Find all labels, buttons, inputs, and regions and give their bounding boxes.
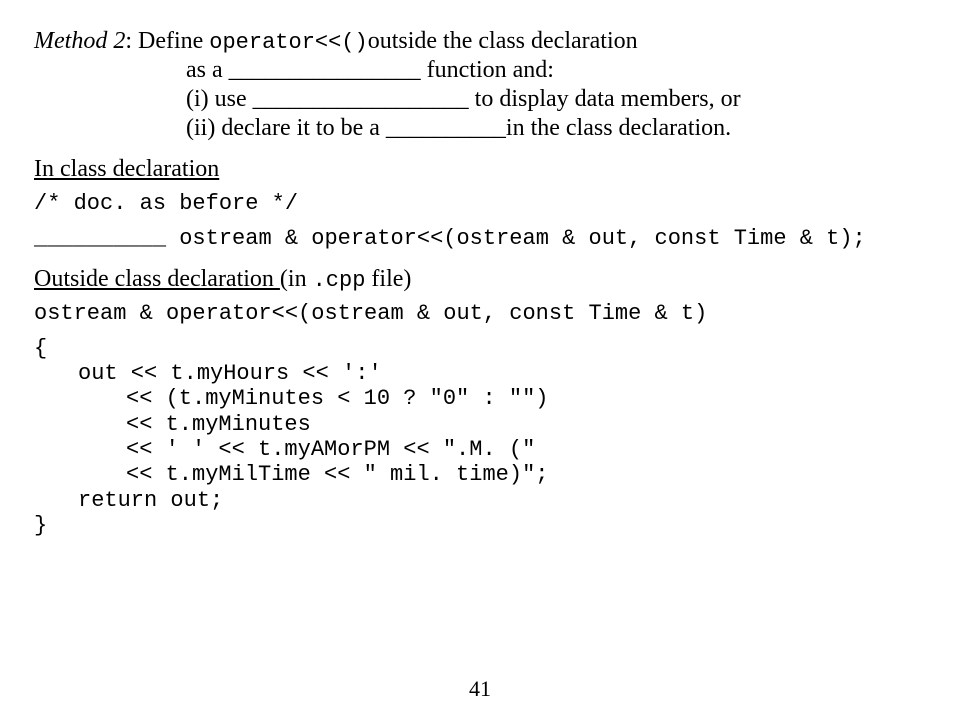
title-text-1-pre: : Define [125,28,209,54]
outside-code-block: ostream & operator<<(ostream & out, cons… [34,301,926,539]
operator-code: operator<<() [209,30,367,55]
in-class-section: In class declaration /* doc. as before *… [34,156,926,252]
line2-post: function and: [421,57,554,83]
title-line-1: Method 2: Define operator<<()outside the… [34,28,926,55]
code-line-3: out << t.myHours << ':' [34,361,926,386]
blank-3: __________ [386,115,506,141]
paren-pre: (in [280,266,313,292]
line2-pre: as a [186,57,229,83]
in-class-code: /* doc. as before */ __________ ostream … [34,191,926,252]
code-line-1: ostream & operator<<(ostream & out, cons… [34,301,926,326]
line4-post: in the class declaration. [506,115,731,141]
code-line-9: } [34,513,926,538]
line3-pre: (i) use [186,86,253,112]
blank-1: ________________ [229,57,421,83]
code-line-4: << (t.myMinutes < 10 ? "0" : "") [34,386,926,411]
code-line-7: << t.myMilTime << " mil. time)"; [34,462,926,487]
title-text-1-post: outside the class declaration [368,28,638,54]
title-line-3: (i) use __________________ to display da… [186,86,926,113]
slide-page: Method 2: Define operator<<()outside the… [0,0,960,720]
method-label: Method 2 [34,28,125,54]
title-line-2: as a ________________ function and: [186,57,926,84]
paren-post: file) [365,266,411,292]
outside-heading-pre: Outside class declaration [34,266,280,292]
page-number: 41 [0,676,960,702]
outside-heading: Outside class declaration (in .cpp file) [34,266,411,292]
line3-post: to display data members, or [469,86,741,112]
cpp-code: .cpp [313,268,366,293]
outside-class-section: Outside class declaration (in .cpp file)… [34,266,926,539]
code-line-5: << t.myMinutes [34,412,926,437]
code-line-6: << ' ' << t.myAMorPM << ".M. (" [34,437,926,462]
blank-2: __________________ [253,86,469,112]
blank-4: __________ [34,226,166,251]
decl-code: ostream & operator<<(ostream & out, cons… [166,226,866,251]
title-line-4: (ii) declare it to be a __________in the… [186,115,926,142]
code-line-8: return out; [34,488,926,513]
code-comment: /* doc. as before */ [34,191,926,216]
line4-pre: (ii) declare it to be a [186,115,386,141]
in-class-heading: In class declaration [34,156,219,182]
friend-declaration: __________ ostream & operator<<(ostream … [34,226,926,251]
code-line-2: { [34,336,926,361]
